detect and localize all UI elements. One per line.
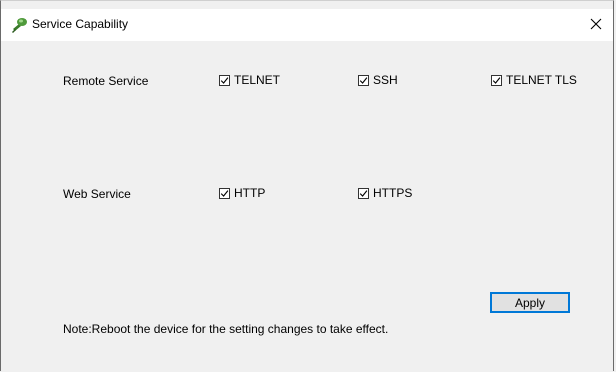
telnet-label: TELNET bbox=[234, 73, 281, 87]
ssh-checkbox-box[interactable] bbox=[358, 74, 369, 86]
checkmark-icon bbox=[492, 76, 501, 84]
telnet-checkbox-box[interactable] bbox=[219, 74, 230, 86]
http-checkbox[interactable]: HTTP bbox=[219, 186, 265, 200]
telnet-tls-checkbox-box[interactable] bbox=[491, 74, 502, 86]
checkmark-icon bbox=[359, 189, 368, 197]
close-button[interactable] bbox=[585, 13, 607, 35]
telnet-tls-checkbox[interactable]: TELNET TLS bbox=[491, 73, 577, 87]
web-service-label: Web Service bbox=[63, 187, 131, 201]
reboot-note: Note:Reboot the device for the setting c… bbox=[63, 322, 389, 336]
checkmark-icon bbox=[220, 189, 229, 197]
checkmark-icon bbox=[359, 76, 368, 84]
ssh-label: SSH bbox=[373, 73, 398, 87]
service-capability-window: Service Capability Remote Service TELNET… bbox=[0, 0, 614, 372]
close-icon bbox=[590, 18, 602, 30]
title-bar: Service Capability bbox=[1, 9, 613, 41]
window-title: Service Capability bbox=[32, 17, 129, 31]
checkmark-icon bbox=[220, 76, 229, 84]
telnet-checkbox[interactable]: TELNET bbox=[219, 73, 280, 87]
apply-button[interactable]: Apply bbox=[490, 292, 570, 313]
dialog-body: Remote Service TELNET SSH TELNET TLS Web… bbox=[1, 41, 613, 372]
https-checkbox-box[interactable] bbox=[358, 187, 369, 199]
http-label: HTTP bbox=[234, 186, 266, 200]
https-checkbox[interactable]: HTTPS bbox=[358, 186, 412, 200]
http-checkbox-box[interactable] bbox=[219, 187, 230, 199]
remote-service-label: Remote Service bbox=[63, 74, 149, 88]
https-label: HTTPS bbox=[373, 186, 413, 200]
service-capability-icon bbox=[10, 16, 30, 34]
ssh-checkbox[interactable]: SSH bbox=[358, 73, 398, 87]
telnet-tls-label: TELNET TLS bbox=[506, 73, 577, 87]
